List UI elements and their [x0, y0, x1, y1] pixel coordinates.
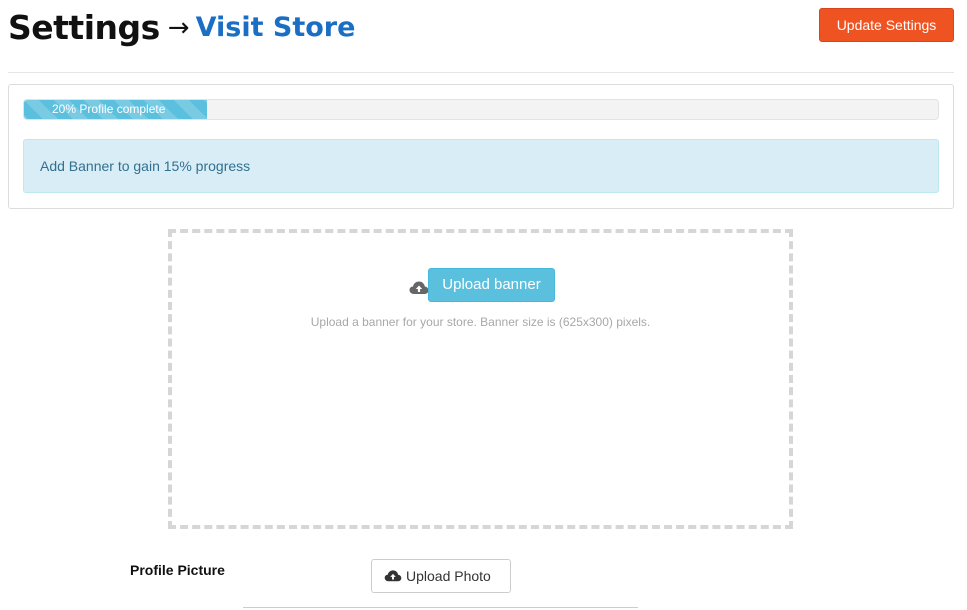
field-divider [243, 607, 638, 608]
profile-picture-label: Profile Picture [130, 562, 225, 578]
cloud-upload-icon [384, 570, 402, 582]
title-wrap: Settings → Visit Store [8, 8, 355, 47]
banner-drop-zone[interactable]: Upload banner Upload a banner for your s… [168, 229, 793, 529]
upload-photo-button[interactable]: Upload Photo [371, 559, 511, 593]
progress-hint-alert: Add Banner to gain 15% progress [23, 139, 939, 193]
cloud-upload-icon [409, 281, 429, 294]
page-header: Settings → Visit Store Update Settings [0, 0, 967, 72]
page-title: Settings [8, 8, 160, 47]
visit-store-link[interactable]: Visit Store [196, 12, 356, 43]
progress-label: 20% Profile complete [52, 102, 166, 116]
arrow-icon: → [167, 12, 190, 43]
header-divider [8, 72, 954, 73]
update-settings-button[interactable]: Update Settings [819, 8, 954, 42]
profile-progress: 20% Profile complete [23, 99, 939, 120]
profile-progress-panel: 20% Profile complete Add Banner to gain … [8, 84, 954, 209]
settings-page: Settings → Visit Store Update Settings 20%… [0, 0, 967, 610]
upload-photo-label: Upload Photo [406, 568, 491, 584]
banner-size-hint: Upload a banner for your store. Banner s… [310, 315, 651, 329]
upload-banner-button[interactable]: Upload banner [428, 268, 555, 302]
